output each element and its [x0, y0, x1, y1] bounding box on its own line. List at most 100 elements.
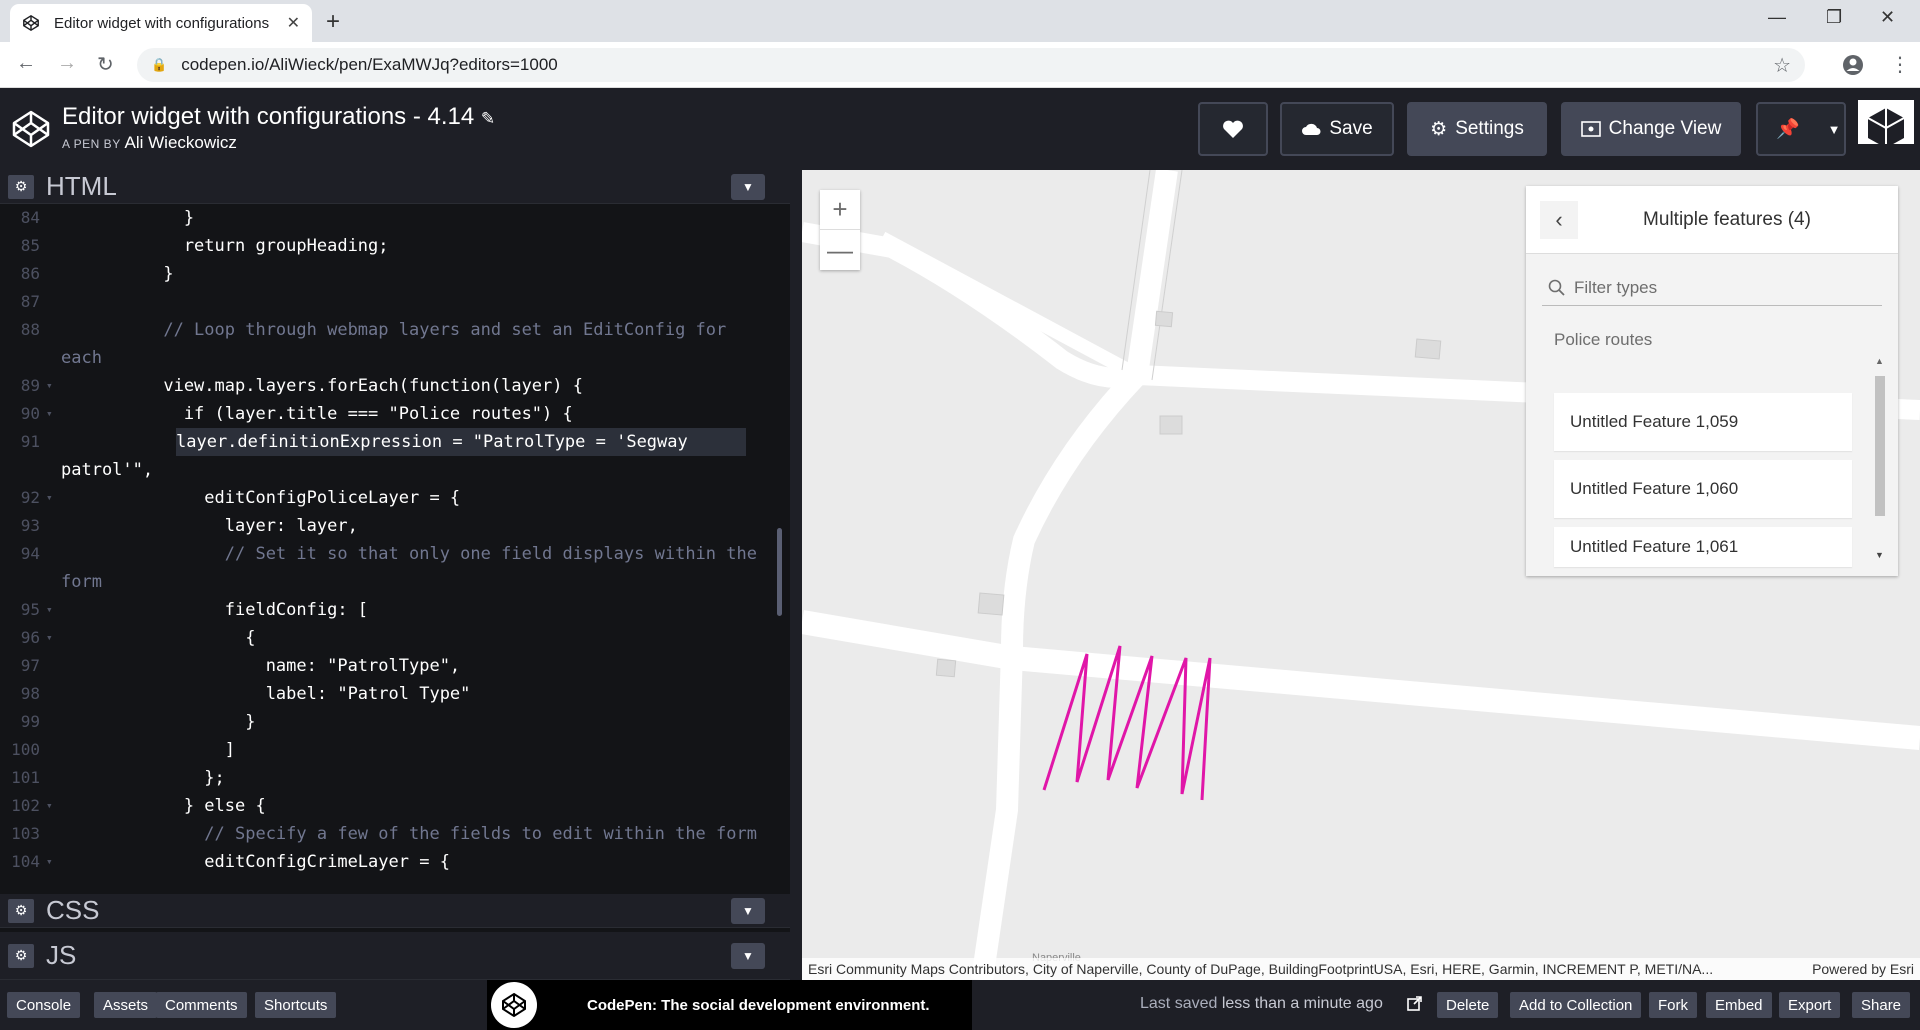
html-collapse-chevron-icon[interactable]: ▼	[731, 173, 765, 200]
code-line[interactable]: patrol'",	[0, 456, 790, 484]
shortcuts-button[interactable]: Shortcuts	[255, 992, 337, 1018]
lock-icon: 🔒	[151, 57, 168, 72]
delete-button[interactable]: Delete	[1437, 992, 1499, 1018]
code-line[interactable]: 85 return groupHeading;	[0, 232, 790, 260]
code-line[interactable]: 100 ]	[0, 736, 790, 764]
code-line[interactable]: 93 layer: layer,	[0, 512, 790, 540]
fork-button[interactable]: Fork	[1649, 992, 1697, 1018]
widget-scrollbar[interactable]: ▲ ▼	[1872, 356, 1888, 566]
export-button[interactable]: Export	[1779, 992, 1841, 1018]
fold-arrow-icon[interactable]: ▾	[46, 400, 53, 428]
assets-button[interactable]: Assets	[94, 992, 158, 1018]
browser-toolbar: ← → ↻ 🔒 codepen.io/AliWieck/pen/ExaMWJq?…	[0, 42, 1920, 88]
scroll-down-icon[interactable]: ▼	[1875, 550, 1884, 560]
feature-list-item[interactable]: Untitled Feature 1,060	[1554, 460, 1852, 518]
comments-button[interactable]: Comments	[156, 992, 247, 1018]
pen-title[interactable]: Editor widget with configurations - 4.14…	[62, 103, 495, 131]
code-text: }	[61, 208, 195, 228]
fold-arrow-icon[interactable]: ▾	[46, 596, 53, 624]
love-button[interactable]	[1198, 102, 1268, 156]
feature-list-item[interactable]: Untitled Feature 1,059	[1554, 393, 1852, 451]
external-link-icon[interactable]	[1406, 996, 1424, 1014]
fold-arrow-icon[interactable]: ▾	[46, 372, 53, 400]
console-button[interactable]: Console	[7, 992, 81, 1018]
add-to-collection-button[interactable]: Add to Collection	[1510, 992, 1642, 1018]
fold-arrow-icon[interactable]: ▾	[46, 484, 53, 512]
restore-icon[interactable]: ❐	[1826, 7, 1842, 28]
forward-icon[interactable]: →	[57, 52, 77, 75]
line-number: 99	[20, 712, 40, 731]
reload-icon[interactable]: ↻	[97, 52, 114, 77]
edit-pencil-icon[interactable]: ✎	[481, 109, 495, 128]
settings-button[interactable]: ⚙ Settings	[1407, 102, 1547, 156]
author-name[interactable]: Ali Wieckowicz	[125, 133, 237, 152]
embed-button[interactable]: Embed	[1706, 992, 1772, 1018]
promo-banner[interactable]: CodePen: The social development environm…	[487, 980, 972, 1030]
user-avatar[interactable]	[1858, 100, 1914, 158]
code-line[interactable]: 103 // Specify a few of the fields to ed…	[0, 820, 790, 848]
html-panel-header[interactable]: ⚙ HTML ▼	[0, 170, 790, 204]
js-collapse-chevron-icon[interactable]: ▼	[731, 942, 765, 969]
line-number: 95	[20, 600, 40, 619]
widget-scroll-thumb[interactable]	[1875, 376, 1885, 516]
code-line[interactable]: 96 ▾ {	[0, 624, 790, 652]
code-line[interactable]: 97 name: "PatrolType",	[0, 652, 790, 680]
powered-by-esri[interactable]: Powered by Esri	[1812, 961, 1914, 977]
minimize-icon[interactable]: —	[1768, 7, 1786, 28]
code-line[interactable]: 102 ▾ } else {	[0, 792, 790, 820]
code-line[interactable]: 90 ▾ if (layer.title === "Police routes")…	[0, 400, 790, 428]
code-line[interactable]: 91 layer.definitionExpression = "PatrolTy…	[0, 428, 790, 456]
code-line[interactable]: 87	[0, 288, 790, 316]
pin-menu-button[interactable]: 📌 ▼	[1756, 102, 1846, 156]
fold-arrow-icon[interactable]: ▾	[46, 624, 53, 652]
profile-icon[interactable]	[1842, 54, 1864, 76]
editor-scrollbar[interactable]	[777, 528, 782, 616]
fold-arrow-icon[interactable]: ▾	[46, 848, 53, 876]
chevron-down-icon: ▼	[1827, 121, 1841, 137]
code-line[interactable]: 92 ▾ editConfigPoliceLayer = {	[0, 484, 790, 512]
code-line[interactable]: 104 ▾ editConfigCrimeLayer = {	[0, 848, 790, 876]
code-line[interactable]: 99 }	[0, 708, 790, 736]
save-button[interactable]: Save	[1280, 102, 1394, 156]
code-text: if (layer.title === "Police routes") {	[61, 404, 573, 424]
back-icon[interactable]: ←	[16, 52, 36, 75]
code-line[interactable]: 101 };	[0, 764, 790, 792]
share-button[interactable]: Share	[1852, 992, 1911, 1018]
browser-tab[interactable]: Editor widget with configurations ✕	[10, 4, 312, 42]
zoom-in-button[interactable]: +	[820, 190, 860, 230]
code-text: }	[61, 712, 256, 732]
attribution-text: Esri Community Maps Contributors, City o…	[808, 961, 1714, 977]
filter-types-input[interactable]: Filter types	[1542, 270, 1882, 306]
code-line[interactable]: 88 // Loop through webmap layers and set…	[0, 316, 790, 344]
code-line[interactable]: 89 ▾ view.map.layers.forEach(function(lay…	[0, 372, 790, 400]
tab-close-icon[interactable]: ✕	[287, 13, 300, 33]
code-line[interactable]: 94 // Set it so that only one field disp…	[0, 540, 790, 568]
html-settings-gear-icon[interactable]: ⚙	[8, 174, 34, 199]
map-attribution: Esri Community Maps Contributors, City o…	[802, 958, 1920, 980]
address-bar[interactable]: 🔒 codepen.io/AliWieck/pen/ExaMWJq?editor…	[137, 48, 1805, 82]
back-chevron-icon[interactable]: ‹	[1540, 200, 1578, 239]
js-panel-header[interactable]: ⚙ JS ▼	[0, 932, 790, 980]
close-window-icon[interactable]: ✕	[1880, 7, 1895, 28]
css-collapse-chevron-icon[interactable]: ▼	[731, 897, 765, 924]
code-line[interactable]: 95 ▾ fieldConfig: [	[0, 596, 790, 624]
code-line[interactable]: form	[0, 568, 790, 596]
feature-label: Untitled Feature 1,061	[1570, 537, 1739, 556]
fold-arrow-icon[interactable]: ▾	[46, 792, 53, 820]
css-panel-header[interactable]: ⚙ CSS ▼	[0, 894, 790, 928]
bookmark-star-icon[interactable]: ☆	[1773, 53, 1791, 78]
code-line[interactable]: 86 }	[0, 260, 790, 288]
new-tab-icon[interactable]: +	[326, 8, 340, 36]
menu-dots-icon[interactable]: ⋮	[1890, 52, 1910, 77]
change-view-button[interactable]: Change View	[1561, 102, 1741, 156]
js-settings-gear-icon[interactable]: ⚙	[8, 943, 34, 968]
codepen-logo-icon[interactable]	[10, 108, 52, 150]
code-line[interactable]: 98 label: "Patrol Type"	[0, 680, 790, 708]
css-settings-gear-icon[interactable]: ⚙	[8, 898, 34, 923]
html-code-area[interactable]: 84 } 85 return groupHeading; 86 } 87 88 // L…	[0, 204, 790, 880]
zoom-out-button[interactable]: —	[820, 230, 860, 270]
code-line[interactable]: 84 }	[0, 204, 790, 232]
code-line[interactable]: each	[0, 344, 790, 372]
feature-list-item[interactable]: Untitled Feature 1,061	[1554, 527, 1852, 567]
scroll-up-icon[interactable]: ▲	[1875, 356, 1884, 366]
